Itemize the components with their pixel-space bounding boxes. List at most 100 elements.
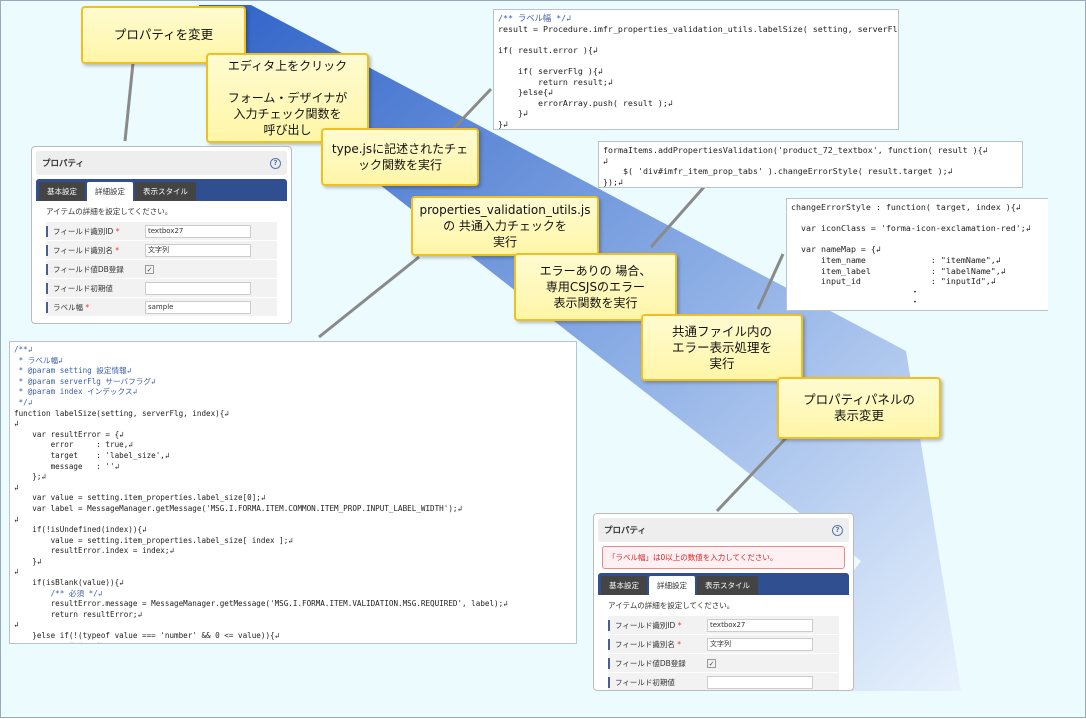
field-input[interactable]: textbox27: [145, 224, 251, 238]
panel-title: プロパティ: [42, 159, 84, 169]
callout-csjs-error: エラーありの 場合、 専用CSJSのエラー 表示関数を実行: [514, 253, 677, 321]
field-input[interactable]: [707, 675, 813, 689]
tab-2[interactable]: 表示スタイル: [135, 182, 196, 201]
field-input[interactable]: 文字列: [707, 637, 813, 651]
code-line: * @param setting 設定情報↲: [14, 366, 132, 376]
property-row: フィールド識別名 * 文字列: [608, 635, 839, 654]
code-line: }else{↲: [498, 87, 553, 98]
label-text: フィールド識別ID: [53, 226, 114, 236]
db-register-checkbox[interactable]: ✓: [145, 264, 154, 274]
code-line: });↲: [603, 176, 623, 187]
label-text: フィールド値DB登録: [615, 658, 686, 668]
diagram-canvas: プロパティを変更 エディタ上をクリック フォーム・デザイナが 入力チェック関数を…: [0, 0, 1086, 718]
property-row: フィールド識別名 * 文字列: [46, 241, 277, 260]
code-line: }↲: [498, 108, 528, 119]
code-line: /** ラベル幅 */↲: [498, 13, 572, 23]
code-common-error-style: changeErrorStyle : function( target, ind…: [786, 198, 1048, 311]
code-line: return resultError;↲: [14, 609, 143, 619]
callout-common-error-display: 共通ファイル内の エラー表示処理を 実行: [641, 314, 803, 381]
field-label: フィールド識別名 *: [608, 638, 704, 650]
property-row: ラベル幅 * sample: [46, 298, 277, 317]
field-label: フィールド初期値: [608, 676, 704, 688]
field-input[interactable]: textbox27: [707, 618, 813, 632]
code-line: /**↲: [14, 345, 33, 354]
tab-bar: 基本設定 詳細設定 表示スタイル: [598, 573, 849, 595]
code-line: if( serverFlg ){↲: [498, 65, 603, 76]
tab-bar: 基本設定 詳細設定 表示スタイル: [36, 179, 287, 201]
callout-typejs-check: type.jsに記述されたチェック関数を実行: [321, 128, 479, 186]
property-row: フィールド識別ID * textbox27: [46, 222, 277, 241]
property-panel-after: プロパティ? 「ラベル幅」は0以上の数値を入力してください。 基本設定 詳細設定 表示ス…: [593, 513, 854, 691]
code-line: errorArray.push( result );↲: [498, 97, 673, 108]
code-typejs: /** ラベル幅 */↲ result = Procedure.imfr_prop…: [493, 9, 899, 130]
label-text: フィールド値DB登録: [53, 264, 124, 274]
property-row: フィールド値DB登録 ✓: [608, 654, 839, 673]
tab-2[interactable]: 表示スタイル: [697, 576, 758, 595]
code-line: resultError.message = MessageManager.get…: [14, 599, 508, 609]
property-row: フィールド初期値: [608, 673, 839, 690]
field-label: ラベル幅 *: [46, 301, 142, 313]
code-line: return result;↲: [498, 76, 613, 87]
field-input[interactable]: 文字列: [145, 243, 251, 257]
label-text: フィールド識別名: [53, 245, 113, 255]
error-message: 「ラベル幅」は0以上の数値を入力してください。: [602, 546, 845, 569]
code-line: ↲: [14, 567, 19, 577]
code-line: * @param index インデックス↲: [14, 387, 138, 397]
label-text: ラベル幅: [53, 302, 83, 312]
db-register-checkbox[interactable]: ✓: [707, 658, 716, 668]
code-line: changeErrorStyle : function( target, ind…: [791, 202, 1021, 212]
code-line: ・: [791, 297, 920, 308]
code-line: ↲: [603, 155, 608, 166]
code-line: ↲: [14, 419, 19, 429]
field-label: フィールド識別ID *: [46, 225, 142, 237]
code-csjs: formaItems.addPropertiesValidation('prod…: [598, 141, 1023, 188]
code-line: * @param serverFlg サーバフラグ↲: [14, 376, 156, 386]
code-line: };↲: [14, 472, 47, 482]
tab-0[interactable]: 基本設定: [601, 576, 647, 595]
code-line: input_id : "inputId",↲: [791, 276, 996, 287]
panel-title: プロパティ: [604, 526, 646, 536]
code-line: * ラベル幅↲: [14, 355, 63, 365]
code-line: error : true,↲: [14, 440, 133, 450]
code-line: formaItems.addPropertiesValidation('prod…: [603, 145, 988, 155]
code-line: function labelSize(setting, serverFlg, i…: [14, 408, 229, 418]
property-row: フィールド値DB登録 ✓: [46, 260, 277, 279]
tab-1[interactable]: 詳細設定: [649, 576, 695, 595]
code-line: if( result.error ){↲: [498, 44, 598, 55]
field-input[interactable]: sample: [145, 300, 251, 314]
help-icon[interactable]: ?: [270, 157, 281, 169]
code-line: result = Procedure.imfr_properties_valid…: [498, 23, 899, 34]
field-label: フィールド識別ID *: [608, 619, 704, 631]
code-validation-utils: /**↲ * ラベル幅↲ * @param setting 設定情報↲ * @p…: [9, 341, 577, 644]
tab-0[interactable]: 基本設定: [39, 182, 85, 201]
code-line: if(!isUndefined(index)){↲: [14, 525, 147, 535]
code-line: item_label : "labelName",↲: [791, 265, 1006, 276]
code-line: /** 数値+正数 */↲: [14, 642, 572, 643]
tab-1[interactable]: 詳細設定: [87, 182, 133, 201]
code-line: resultError.index = index;↲: [14, 546, 175, 556]
panel-description: アイテムの詳細を設定してください。: [46, 207, 173, 216]
code-line: if(isBlank(value)){↲: [14, 578, 124, 588]
code-line: $( 'div#imfr_item_prop_tabs' ).changeErr…: [603, 166, 953, 177]
code-line: value = setting.item_properties.label_si…: [14, 535, 293, 545]
property-row: フィールド初期値: [46, 279, 277, 298]
required-mark: *: [677, 620, 682, 630]
field-label: フィールド値DB登録: [46, 263, 142, 275]
label-text: フィールド識別名: [615, 639, 675, 649]
code-line: ・: [791, 286, 920, 297]
code-line: ↲: [14, 482, 19, 492]
code-line: var iconClass = 'forma-icon-exclamation-…: [791, 223, 1031, 234]
code-line: var value = setting.item_properties.labe…: [14, 493, 266, 503]
required-mark: *: [115, 226, 120, 236]
field-input[interactable]: [145, 281, 251, 295]
code-line: var resultError = {↲: [14, 429, 124, 439]
required-mark: *: [115, 245, 119, 255]
callout-panel-display-change: プロパティパネルの 表示変更: [777, 377, 941, 439]
help-icon[interactable]: ?: [832, 524, 843, 536]
code-line: */↲: [14, 397, 33, 407]
label-text: フィールド初期値: [615, 677, 675, 687]
code-line: }↲: [14, 556, 42, 566]
